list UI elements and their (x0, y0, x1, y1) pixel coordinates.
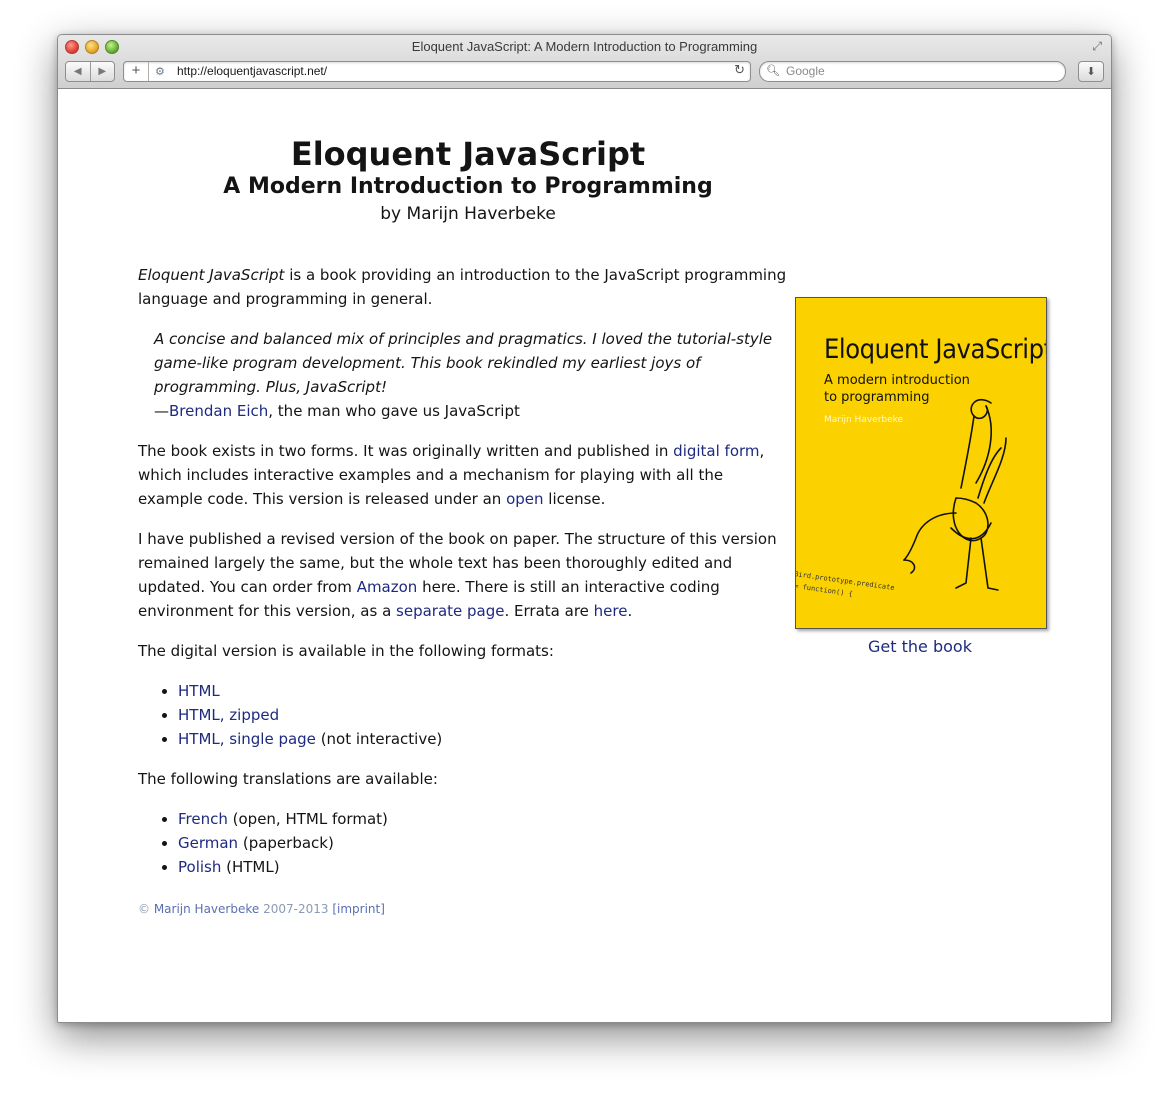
formats-list: HTML HTML, zipped HTML, single page (not… (138, 679, 788, 751)
get-the-book: Get the book (795, 637, 1045, 656)
site-favicon-icon: ⚙ (155, 65, 165, 78)
format-suffix: (not interactive) (315, 730, 443, 748)
copyright-symbol: © (138, 902, 154, 916)
translations-list: French (open, HTML format) German (paper… (138, 807, 788, 879)
translation-suffix: (open, HTML format) (227, 810, 388, 828)
history-buttons: ◀ ▶ (65, 61, 115, 82)
page-title: Eloquent JavaScript (290, 135, 646, 173)
url-text[interactable]: http://eloquentjavascript.net/ (177, 64, 327, 78)
german-link[interactable]: German (178, 834, 238, 852)
back-button[interactable]: ◀ (66, 62, 91, 81)
translation-suffix: (HTML) (221, 858, 280, 876)
fullscreen-icon[interactable]: ⤢ (1092, 39, 1102, 54)
html-zipped-link[interactable]: HTML, zipped (178, 706, 279, 724)
imprint-link[interactable]: [imprint] (332, 902, 385, 916)
cover-author: Marijn Haverbeke (824, 415, 904, 425)
french-link[interactable]: French (178, 810, 228, 828)
list-item: HTML, single page (not interactive) (178, 727, 788, 751)
footer-years: 2007-2013 (259, 902, 333, 916)
list-item: French (open, HTML format) (178, 807, 788, 831)
list-item: HTML, zipped (178, 703, 788, 727)
main-text: Eloquent JavaScript is a book providing … (138, 263, 788, 921)
separate-page-link[interactable]: separate page (396, 602, 504, 620)
search-placeholder: Google (786, 64, 825, 78)
cover-subtitle: A modern introduction to programming (824, 373, 970, 405)
forms-text-1: The book exists in two forms. It was ori… (138, 442, 674, 460)
forward-button[interactable]: ▶ (91, 62, 115, 81)
amazon-link[interactable]: Amazon (357, 578, 418, 596)
author-line: by Marijn Haverbeke (380, 204, 556, 224)
footer: © Marijn Haverbeke 2007-2013 [imprint] (138, 897, 788, 921)
list-item: German (paperback) (178, 831, 788, 855)
book-cover-image[interactable]: Bird.prototype.predicate = function() { … (795, 297, 1047, 629)
translation-suffix: (paperback) (238, 834, 334, 852)
html-single-page-link[interactable]: HTML, single page (178, 730, 316, 748)
brendan-eich-link[interactable]: Brendan Eich (169, 402, 268, 420)
paper-text-3: . Errata are (504, 602, 594, 620)
cover-title: Eloquent JavaScript (824, 334, 1047, 365)
forms-paragraph: The book exists in two forms. It was ori… (138, 439, 788, 511)
search-field[interactable]: 🔍︎ Google (759, 61, 1066, 82)
paper-paragraph: I have published a revised version of th… (138, 527, 788, 623)
downloads-button[interactable]: ⬇ (1078, 61, 1104, 82)
page-content: Eloquent JavaScript A Modern Introductio… (58, 89, 1111, 1022)
new-tab-button[interactable]: + (124, 62, 149, 81)
paper-text-4: . (627, 602, 633, 620)
get-the-book-link[interactable]: Get the book (868, 637, 972, 656)
quote-text: A concise and balanced mix of principles… (154, 330, 773, 396)
formats-intro: The digital version is available in the … (138, 642, 554, 660)
quote-dash: — (154, 402, 169, 420)
browser-toolbar: Eloquent JavaScript: A Modern Introducti… (58, 35, 1111, 89)
translations-intro: The following translations are available… (138, 770, 438, 788)
html-link[interactable]: HTML (178, 682, 220, 700)
intro-paragraph: Eloquent JavaScript is a book providing … (138, 263, 788, 311)
polish-link[interactable]: Polish (178, 858, 221, 876)
search-icon: 🔍︎ (766, 64, 780, 77)
list-item: HTML (178, 679, 788, 703)
footer-author-link[interactable]: Marijn Haverbeke (154, 902, 259, 916)
page-subtitle: A Modern Introduction to Programming (223, 174, 713, 199)
download-icon: ⬇ (1086, 65, 1096, 78)
window-title: Eloquent JavaScript: A Modern Introducti… (411, 39, 758, 54)
browser-window: Eloquent JavaScript: A Modern Introducti… (57, 34, 1112, 1023)
digital-form-link[interactable]: digital form (673, 442, 759, 460)
quote-author-suffix: , the man who gave us JavaScript (268, 402, 520, 420)
blockquote: A concise and balanced mix of principles… (154, 327, 788, 423)
errata-link[interactable]: here (594, 602, 628, 620)
list-item: Polish (HTML) (178, 855, 788, 879)
open-license-link[interactable]: open (506, 490, 543, 508)
quote-attribution: —Brendan Eich, the man who gave us JavaS… (154, 399, 788, 423)
forms-text-3: license. (543, 490, 606, 508)
reload-icon[interactable]: ↻ (734, 63, 745, 78)
address-bar[interactable]: + ⚙ http://eloquentjavascript.net/ ↻ (123, 61, 751, 82)
book-name: Eloquent JavaScript (138, 266, 285, 284)
